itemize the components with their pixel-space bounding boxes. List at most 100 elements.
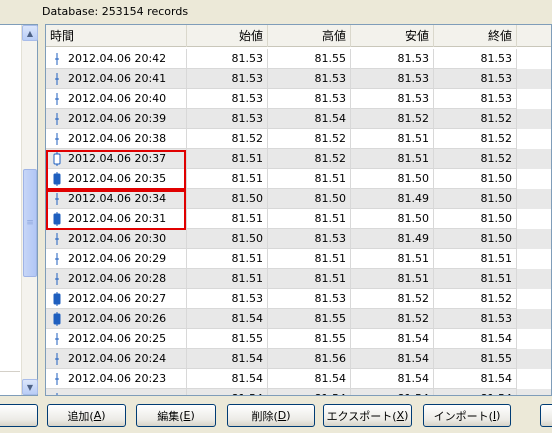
- button-accelerator-key: X: [396, 409, 405, 422]
- candlestick-icon: [53, 292, 61, 306]
- table-row[interactable]: 2012.04.06 20:27 81.53 81.53 81.52 81.52: [46, 289, 551, 309]
- price-data-grid[interactable]: 時間 始値 高値 安値 終値 2012.04.06 20:42 81.53 81.5…: [45, 24, 552, 396]
- open-cell: 81.54: [187, 369, 268, 389]
- close-cell: 81.50: [434, 169, 517, 189]
- time-text: 2012.04.06 20:26: [68, 312, 167, 325]
- table-row[interactable]: 2012.04.06 20:40 81.53 81.53 81.53 81.53: [46, 89, 551, 109]
- time-text: 2012.04.06 20:40: [68, 92, 167, 105]
- high-cell: 81.53: [268, 289, 351, 309]
- candlestick-icon: [55, 233, 59, 245]
- partial-button-right[interactable]: [540, 404, 552, 427]
- close-cell: 81.55: [434, 349, 517, 369]
- high-cell: 81.53: [268, 69, 351, 89]
- close-cell: 81.54: [434, 389, 517, 395]
- delete-button[interactable]: 削除(D): [227, 404, 315, 427]
- table-row[interactable]: 2012.04.06 20:39 81.53 81.54 81.52 81.52: [46, 109, 551, 129]
- high-cell: 81.56: [268, 349, 351, 369]
- low-cell: 81.54: [351, 329, 434, 349]
- highlight-box-1: [46, 150, 186, 190]
- time-text: 2012.04.06 20:23: [68, 372, 167, 385]
- time-cell: 2012.04.06 20:42: [46, 49, 187, 69]
- high-cell: 81.53: [268, 89, 351, 109]
- candlestick-icon: [55, 113, 59, 125]
- close-cell: 81.52: [434, 129, 517, 149]
- open-cell: 81.51: [187, 149, 268, 169]
- open-cell: 81.53: [187, 49, 268, 69]
- high-cell: 81.50: [268, 189, 351, 209]
- add-button[interactable]: 追加(A): [47, 404, 126, 427]
- candlestick-icon: [53, 312, 61, 326]
- table-row[interactable]: 2012.04.06 20:29 81.51 81.51 81.51 81.51: [46, 249, 551, 269]
- table-row[interactable]: 2012.04.06 20:42 81.53 81.55 81.53 81.53: [46, 49, 551, 69]
- close-cell: 81.53: [434, 69, 517, 89]
- time-text: 2012.04.06 20:25: [68, 332, 167, 345]
- chevron-down-icon: ▼: [26, 382, 34, 392]
- table-row[interactable]: 2012.04.06 20:38 81.52 81.52 81.51 81.52: [46, 129, 551, 149]
- left-pane-scrollbar[interactable]: ▲ ≡ ▼: [21, 25, 38, 395]
- open-cell: 81.53: [187, 109, 268, 129]
- button-label-suffix: ): [496, 409, 501, 422]
- scroll-down-button[interactable]: ▼: [22, 379, 38, 395]
- time-cell: 2012.04.06 20:40: [46, 89, 187, 109]
- candlestick-icon: [55, 93, 59, 105]
- open-cell: 81.54: [187, 349, 268, 369]
- close-cell: 81.52: [434, 289, 517, 309]
- partial-button[interactable]: [0, 404, 38, 427]
- open-cell: 81.51: [187, 269, 268, 289]
- table-row[interactable]: 81.5481.5481.5481.54: [46, 389, 551, 395]
- button-label: 削除(: [251, 409, 278, 423]
- scroll-up-button[interactable]: ▲: [22, 25, 38, 41]
- time-cell: 2012.04.06 20:25: [46, 329, 187, 349]
- import-button[interactable]: インポート(I): [423, 404, 511, 427]
- time-cell: 2012.04.06 20:30: [46, 229, 187, 249]
- column-header-low[interactable]: 安値: [351, 25, 434, 47]
- low-cell: 81.54: [351, 389, 434, 395]
- time-text: 2012.04.06 20:41: [68, 72, 167, 85]
- close-cell: 81.51: [434, 269, 517, 289]
- table-row[interactable]: 2012.04.06 20:41 81.53 81.53 81.53 81.53: [46, 69, 551, 89]
- high-cell: 81.51: [268, 209, 351, 229]
- time-cell: 2012.04.06 20:38: [46, 129, 187, 149]
- low-cell: 81.53: [351, 69, 434, 89]
- time-text: 2012.04.06 20:29: [68, 252, 167, 265]
- low-cell: 81.51: [351, 129, 434, 149]
- table-row[interactable]: 2012.04.06 20:28 81.51 81.51 81.51 81.51: [46, 269, 551, 289]
- open-cell: 81.54: [187, 309, 268, 329]
- close-cell: 81.52: [434, 149, 517, 169]
- close-cell: 81.53: [434, 89, 517, 109]
- table-row[interactable]: 2012.04.06 20:25 81.55 81.55 81.54 81.54: [46, 329, 551, 349]
- high-cell: 81.52: [268, 129, 351, 149]
- close-cell: 81.50: [434, 229, 517, 249]
- scroll-thumb[interactable]: ≡: [23, 169, 37, 277]
- button-label: エクスポート(: [326, 409, 397, 423]
- table-row[interactable]: 2012.04.06 20:23 81.54 81.54 81.54 81.54: [46, 369, 551, 389]
- export-button[interactable]: エクスポート(X): [323, 404, 412, 427]
- column-header-high[interactable]: 高値: [268, 25, 351, 47]
- open-cell: 81.55: [187, 329, 268, 349]
- column-header-time[interactable]: 時間: [46, 25, 187, 47]
- button-label: インポート(: [433, 409, 493, 423]
- low-cell: 81.52: [351, 289, 434, 309]
- open-cell: 81.50: [187, 189, 268, 209]
- low-cell: 81.49: [351, 189, 434, 209]
- chevron-up-icon: ▲: [26, 28, 34, 38]
- highlight-box-2: [46, 190, 186, 230]
- database-status-label: Database: 253154 records: [42, 5, 189, 18]
- open-cell: 81.53: [187, 289, 268, 309]
- time-cell: 2012.04.06 20:26: [46, 309, 187, 329]
- high-cell: 81.54: [268, 369, 351, 389]
- low-cell: 81.52: [351, 109, 434, 129]
- time-cell: 2012.04.06 20:41: [46, 69, 187, 89]
- edit-button[interactable]: 編集(E): [136, 404, 216, 427]
- table-row[interactable]: 2012.04.06 20:24 81.54 81.56 81.54 81.55: [46, 349, 551, 369]
- button-label: 追加(: [67, 409, 94, 423]
- table-row[interactable]: 2012.04.06 20:30 81.50 81.53 81.49 81.50: [46, 229, 551, 249]
- close-cell: 81.50: [434, 189, 517, 209]
- column-header-open[interactable]: 始値: [187, 25, 268, 47]
- button-label-suffix: ): [101, 409, 106, 422]
- low-cell: 81.51: [351, 149, 434, 169]
- column-header-close[interactable]: 終値: [434, 25, 517, 47]
- high-cell: 81.51: [268, 249, 351, 269]
- open-cell: 81.52: [187, 129, 268, 149]
- table-row[interactable]: 2012.04.06 20:26 81.54 81.55 81.52 81.53: [46, 309, 551, 329]
